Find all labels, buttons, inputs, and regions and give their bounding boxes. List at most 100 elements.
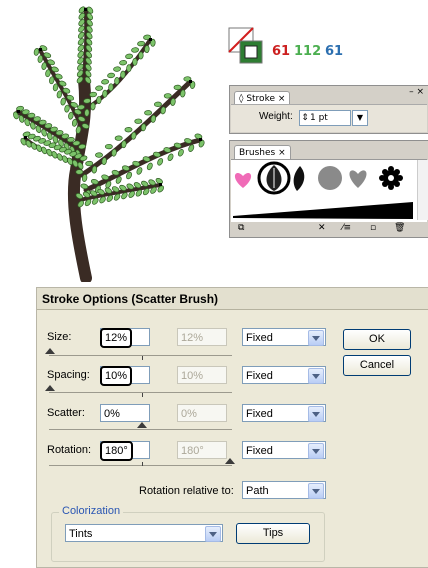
leaf: [136, 167, 143, 175]
leaf: [124, 127, 133, 133]
blue-value: 61: [325, 44, 344, 59]
leaf: [90, 102, 96, 111]
weight-dropdown-button[interactable]: ▼: [352, 110, 368, 126]
stroke-taper-preview: [233, 202, 413, 219]
leaf: [104, 143, 113, 150]
brush-libraries-icon[interactable]: ⧉: [238, 223, 244, 233]
tips-button[interactable]: Tips: [236, 523, 310, 544]
leaf: [131, 131, 137, 140]
options-icon[interactable]: ⁄≡: [342, 223, 351, 233]
chevron-down-icon[interactable]: [308, 406, 324, 422]
leaf: [119, 60, 128, 66]
circle-brush[interactable]: [318, 166, 342, 190]
leaf: [95, 152, 103, 158]
leaf: [120, 70, 126, 79]
heart-gray-brush[interactable]: [349, 170, 367, 188]
leaf: [64, 104, 70, 113]
rotation-slider-tick: [142, 462, 143, 466]
chevron-down-icon[interactable]: [308, 368, 324, 384]
leaf: [163, 93, 172, 99]
rotation-method-value: Fixed: [246, 445, 273, 457]
fill-stroke-swatch[interactable]: [228, 27, 268, 67]
stroke-panel: ◊ Stroke × – × Weight: ⇕1 pt ▼: [229, 85, 428, 134]
brushes-tab-label: Brushes: [239, 148, 276, 158]
stepper-arrows-icon[interactable]: ⇕: [300, 111, 310, 125]
stroke-options-dialog: Stroke Options (Scatter Brush) Size: 12%…: [36, 287, 428, 568]
scatter-label: Scatter:: [47, 407, 85, 419]
chevron-down-icon[interactable]: [308, 443, 324, 459]
leaf: [95, 85, 104, 91]
leaf: [137, 40, 146, 47]
weight-stepper[interactable]: ⇕1 pt: [299, 110, 351, 126]
brush-grid[interactable]: [231, 160, 417, 222]
leaf: [146, 162, 153, 171]
leaf: [56, 90, 63, 99]
size-slider-handle[interactable]: [45, 348, 55, 354]
leaf: [177, 149, 184, 157]
leaf: [113, 66, 122, 72]
rotation-label: Rotation:: [47, 444, 92, 456]
leaf: [114, 76, 120, 85]
heart-brush[interactable]: [234, 172, 252, 188]
chevron-down-icon[interactable]: [205, 526, 221, 542]
spacing-label: Spacing:: [47, 369, 90, 381]
leaf: [60, 97, 66, 106]
spacing-method-value: Fixed: [246, 370, 273, 382]
chevron-down-icon[interactable]: [308, 330, 324, 346]
rotation-input[interactable]: 180°: [100, 441, 133, 461]
leaf: [101, 79, 110, 85]
leaf: [114, 135, 123, 141]
spacing-input[interactable]: 10%: [100, 366, 133, 386]
scatter-slider[interactable]: [49, 429, 232, 430]
leaf: [173, 84, 182, 91]
leaf: [167, 153, 174, 162]
tree-illustration: [13, 6, 205, 282]
dialog-title: Stroke Options (Scatter Brush): [37, 288, 428, 310]
scatter-method-select[interactable]: Fixed: [242, 404, 326, 422]
rotation-method-select[interactable]: Fixed: [242, 441, 326, 459]
chevron-down-icon[interactable]: [308, 483, 324, 499]
ok-button[interactable]: OK: [343, 329, 411, 350]
leaf-dark-brush[interactable]: [293, 166, 305, 191]
leaf: [126, 64, 132, 73]
brushes-panel: Brushes × ⧉ ✕ ⁄≡ ▫ 🗑: [229, 140, 428, 238]
panel-menu-icon[interactable]: – ×: [409, 87, 424, 97]
tab-brushes[interactable]: Brushes ×: [234, 145, 291, 160]
rotation-relative-label: Rotation relative to:: [139, 485, 234, 497]
leaf: [52, 83, 59, 92]
spacing-slider-handle[interactable]: [45, 385, 55, 391]
rotation-slider[interactable]: [49, 465, 232, 466]
size-input[interactable]: 12%: [100, 328, 133, 348]
spacing-slider[interactable]: [49, 392, 232, 393]
remove-stroke-icon[interactable]: ✕: [318, 223, 326, 233]
colorization-method-value: Tints: [69, 528, 93, 540]
leaf: [96, 96, 102, 104]
cancel-button[interactable]: Cancel: [343, 355, 411, 376]
size-slider[interactable]: [49, 355, 232, 356]
new-brush-icon[interactable]: ▫: [370, 223, 376, 233]
leaf: [49, 76, 55, 85]
leaf: [107, 72, 116, 79]
leaf: [125, 53, 134, 60]
brushes-scrollbar[interactable]: [417, 160, 428, 220]
scatter-slider-handle[interactable]: [137, 422, 147, 428]
rotation-relative-value: Path: [246, 485, 269, 497]
leaf: [138, 51, 144, 60]
leaf: [71, 118, 78, 127]
leaf: [101, 174, 109, 181]
rotation-relative-select[interactable]: Path: [242, 481, 326, 499]
size-max-input: 12%: [177, 328, 227, 346]
scatter-input[interactable]: 0%: [100, 404, 150, 422]
colorization-method-select[interactable]: Tints: [65, 524, 223, 542]
weight-value: 1 pt: [310, 113, 328, 123]
spacing-slider-tick: [142, 393, 143, 397]
spacing-method-select[interactable]: Fixed: [242, 366, 326, 384]
trash-icon[interactable]: 🗑: [394, 223, 405, 233]
size-method-select[interactable]: Fixed: [242, 328, 326, 346]
scatter-max-input: 0%: [177, 404, 227, 422]
leaf: [84, 108, 90, 117]
rotation-slider-handle[interactable]: [225, 458, 235, 464]
leaf: [132, 57, 138, 66]
weight-label: Weight:: [259, 111, 293, 122]
flower-brush[interactable]: [379, 166, 403, 190]
